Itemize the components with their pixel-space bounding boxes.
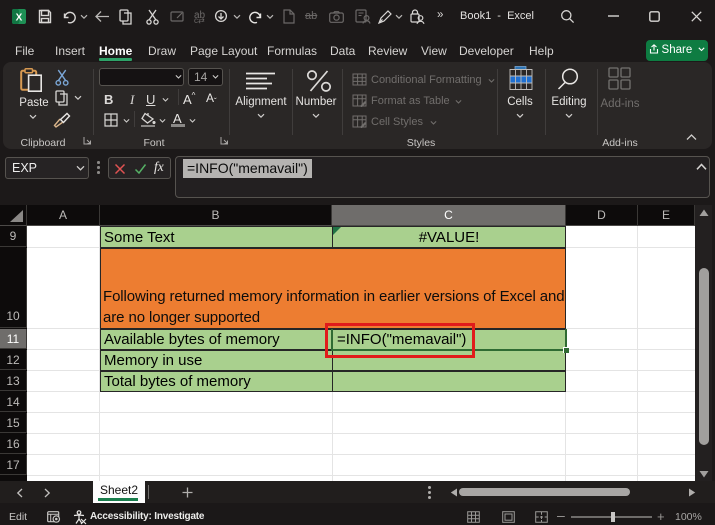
svg-text:X: X: [16, 13, 23, 24]
